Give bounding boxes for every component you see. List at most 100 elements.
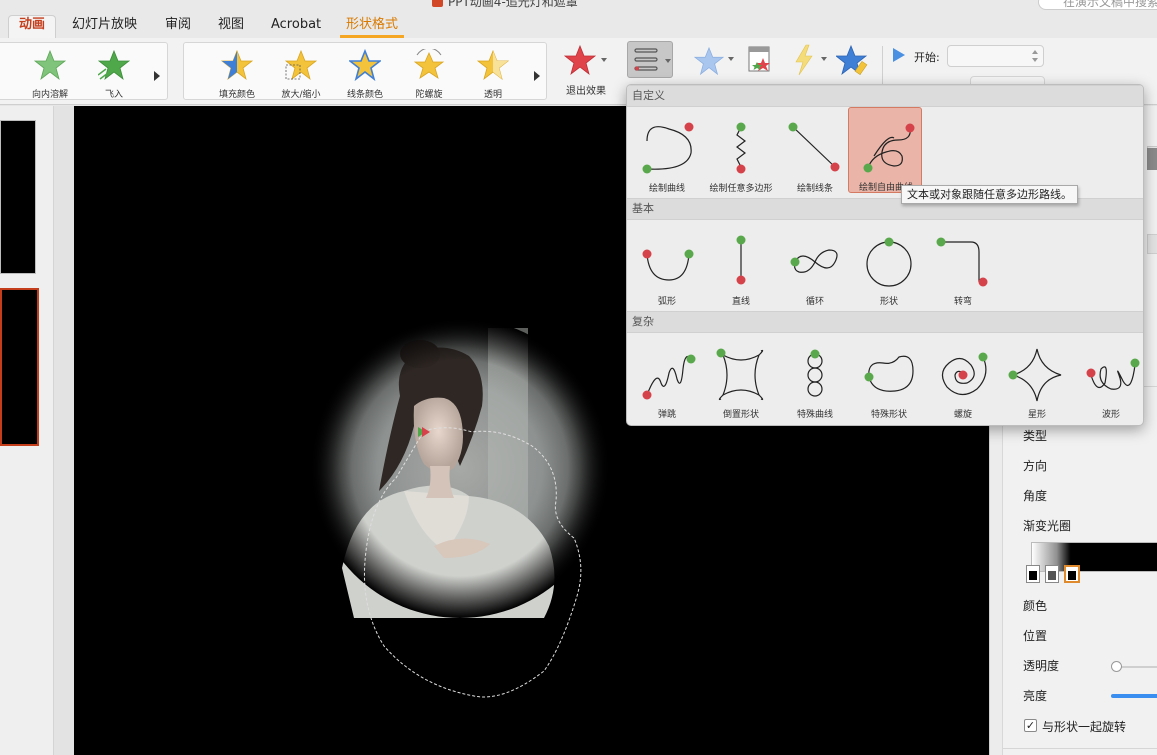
powerpoint-file-icon (432, 0, 443, 7)
gradient-stop[interactable] (1026, 565, 1040, 583)
effect-label: 透明 (483, 90, 502, 100)
position-label: 位置 (1023, 629, 1048, 643)
path-circle-shape[interactable]: 形状 (852, 222, 926, 308)
effect-dissolve-in-button[interactable]: 向内溶解 (19, 49, 81, 101)
arc-path-icon (642, 249, 694, 281)
special-curve-path-icon (807, 349, 823, 397)
star-icon (98, 49, 130, 81)
path-turn[interactable]: 转弯 (926, 222, 1000, 308)
path-inverted-shape[interactable]: 倒置形状 (704, 335, 778, 421)
effect-label: 填充颜色 (218, 90, 255, 100)
turn-path-icon (936, 237, 988, 287)
transparency-slider-thumb[interactable] (1111, 661, 1122, 672)
path-label: 转弯 (953, 297, 972, 307)
effect-label: 向内溶解 (31, 90, 68, 100)
slide-thumbnail[interactable] (0, 120, 36, 274)
path-arc[interactable]: 弧形 (630, 222, 704, 308)
rotate-with-shape-label: 与形状一起旋转 (1042, 720, 1127, 734)
tab-shape-format[interactable]: 形状格式 (339, 16, 405, 39)
tooltip: 文本或对象跟随任意多边形路线。 (901, 185, 1078, 204)
star-icon (285, 49, 317, 81)
inverted-shape-path-icon (716, 348, 764, 401)
effect-label: 飞入 (104, 90, 123, 100)
tab-view[interactable]: 视图 (218, 16, 244, 36)
chevron-down-icon (1032, 58, 1038, 62)
path-bounce[interactable]: 弹跳 (630, 335, 704, 421)
spiral-path-icon (941, 352, 988, 396)
circle-shape-path-icon (866, 237, 912, 287)
chevron-down-icon (665, 59, 671, 63)
draw-line-icon (788, 122, 840, 172)
slide-thumbnail-panel (0, 106, 74, 755)
star-icon (477, 49, 509, 81)
path-draw-scribble[interactable]: 绘制自由曲线 (848, 107, 922, 193)
entrance-effects-group: 向内溶解 飞入 (0, 42, 168, 100)
slide-list (0, 106, 54, 755)
star-icon (221, 49, 253, 81)
add-animation-icon[interactable] (746, 44, 776, 76)
gradient-stop-selected[interactable] (1064, 565, 1080, 583)
chevron-up-icon (1032, 50, 1038, 54)
path-special-curve[interactable]: 特殊曲线 (778, 335, 852, 421)
path-draw-curve[interactable]: 绘制曲线 (630, 109, 704, 195)
effect-grow-shrink-button[interactable]: 放大/缩小 (270, 49, 332, 101)
search-input[interactable]: 在演示文稿中搜索 (1038, 0, 1157, 10)
path-special-shape[interactable]: 特殊形状 (852, 335, 926, 421)
star-path-icon (1008, 348, 1062, 402)
panel-field[interactable] (1147, 234, 1157, 254)
star-icon (413, 49, 445, 79)
bounce-path-icon (642, 354, 696, 400)
ribbon-tab-bar: 动画 幻灯片放映 审阅 视图 Acrobat 形状格式 (0, 12, 1157, 39)
gradient-stops-label: 渐变光圈 (1023, 519, 1072, 533)
gradient-direction-label: 方向 (1023, 459, 1048, 473)
effect-label: 放大/缩小 (281, 90, 321, 100)
exit-effects-button[interactable]: 退出效果 (556, 44, 616, 97)
brightness-slider[interactable] (1111, 694, 1157, 698)
tab-animations[interactable]: 动画 (8, 15, 57, 38)
motion-path-gallery: 自定义 绘制曲线 绘制任意多边形 绘制线条 绘制自由曲线 基本 弧形 直线 循环… (626, 84, 1144, 426)
rotate-with-shape-checkbox[interactable]: ✓ (1024, 719, 1037, 732)
gradient-stop[interactable] (1045, 565, 1059, 583)
draw-freeform-icon (736, 122, 746, 174)
brightness-label: 亮度 (1023, 689, 1048, 703)
title-bar: PPT动画4-追光灯和遮罩 在演示文稿中搜索 (0, 0, 1157, 12)
path-straight-line[interactable]: 直线 (704, 222, 778, 308)
path-draw-freeform[interactable]: 绘制任意多边形 (704, 109, 778, 195)
panel-divider (1003, 748, 1157, 749)
path-star[interactable]: 星形 (1000, 335, 1074, 421)
special-shape-path-icon (864, 355, 914, 392)
tab-acrobat[interactable]: Acrobat (271, 16, 321, 36)
star-icon (564, 44, 596, 76)
start-timing-select[interactable] (947, 45, 1044, 67)
play-icon[interactable] (893, 48, 905, 62)
path-draw-line[interactable]: 绘制线条 (778, 109, 852, 195)
gallery-scroll-right-icon[interactable] (154, 71, 160, 81)
slide-thumbnail-selected[interactable] (0, 288, 39, 446)
start-label: 开始: (914, 51, 940, 64)
effect-line-color-button[interactable]: 线条颜色 (334, 49, 396, 101)
effect-fill-color-button[interactable]: 填充颜色 (206, 49, 268, 101)
transparency-label: 透明度 (1023, 659, 1060, 673)
color-swatch[interactable] (1147, 148, 1157, 170)
tab-review[interactable]: 审阅 (165, 16, 191, 36)
tab-slideshow[interactable]: 幻灯片放映 (72, 16, 137, 36)
motion-paths-button[interactable] (627, 41, 673, 78)
lightning-icon[interactable] (792, 44, 816, 76)
draw-curve-icon (642, 122, 694, 174)
chevron-down-icon (601, 58, 607, 62)
exit-effects-label: 退出效果 (566, 86, 606, 97)
effect-label: 陀螺旋 (415, 90, 443, 100)
effect-transparency-button[interactable]: 透明 (462, 49, 524, 101)
section-header-complex: 复杂 (627, 311, 1143, 333)
effect-spin-button[interactable]: 陀螺旋 (398, 49, 460, 101)
animation-painter-icon[interactable] (836, 44, 872, 78)
path-wave[interactable]: 波形 (1074, 335, 1143, 421)
path-loop[interactable]: 循环 (778, 222, 852, 308)
gallery-scroll-right-icon[interactable] (534, 71, 540, 81)
section-header-custom: 自定义 (627, 85, 1143, 107)
effect-fly-in-button[interactable]: 飞入 (83, 49, 145, 101)
path-spiral[interactable]: 螺旋 (926, 335, 1000, 421)
effect-options-icon[interactable] (694, 46, 724, 76)
chevron-down-icon (728, 57, 734, 61)
window-title: PPT动画4-追光灯和遮罩 (448, 0, 578, 9)
